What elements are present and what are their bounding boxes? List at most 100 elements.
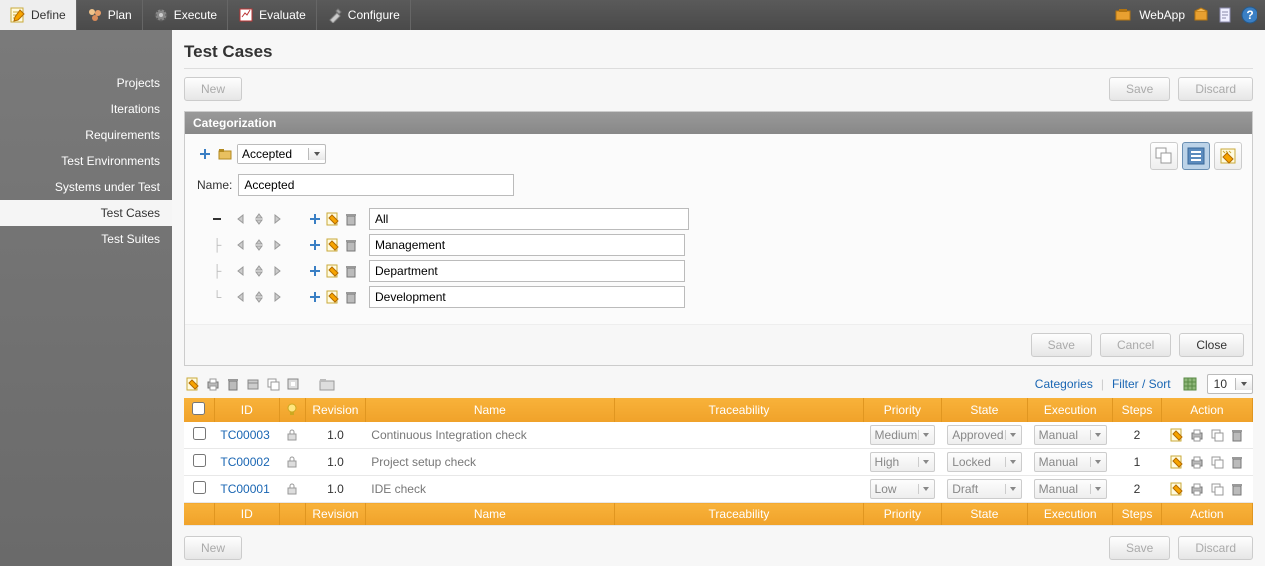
delete-node-icon[interactable] <box>343 211 359 227</box>
cell-select[interactable]: Manual <box>1034 425 1107 445</box>
move-left-icon[interactable] <box>233 289 249 305</box>
edit-node-icon[interactable] <box>325 263 341 279</box>
row-delete-icon[interactable] <box>1228 426 1246 444</box>
select-all-checkbox[interactable] <box>192 402 205 415</box>
edit-node-icon[interactable] <box>325 289 341 305</box>
add-node-icon[interactable] <box>307 211 323 227</box>
collapse-icon[interactable] <box>205 213 229 225</box>
tab-execute[interactable]: Execute <box>143 0 228 30</box>
move-right-icon[interactable] <box>269 211 285 227</box>
doc-icon[interactable] <box>1217 7 1233 23</box>
grid-view-icon[interactable] <box>1181 375 1199 393</box>
col-execution[interactable]: Execution <box>1028 398 1113 422</box>
row-delete-icon[interactable] <box>1228 480 1246 498</box>
save-button-bottom[interactable]: Save <box>1109 536 1170 560</box>
cell-select[interactable]: Low <box>870 479 936 499</box>
col-priority[interactable]: Priority <box>864 398 942 422</box>
cell-select[interactable]: Draft <box>947 479 1021 499</box>
folder-icon[interactable] <box>217 146 233 162</box>
chevron-down-icon[interactable] <box>308 148 325 160</box>
sidebar-item-test-cases[interactable]: Test Cases <box>0 200 172 226</box>
discard-button-bottom[interactable]: Discard <box>1178 536 1253 560</box>
move-left-icon[interactable] <box>233 211 249 227</box>
tool-folder-icon[interactable] <box>318 375 336 393</box>
row-id-link[interactable]: TC00002 <box>220 455 269 469</box>
cell-select[interactable]: High <box>870 452 936 472</box>
cell-select[interactable]: Manual <box>1034 452 1107 472</box>
row-copy-icon[interactable] <box>1208 480 1226 498</box>
move-updown-icon[interactable] <box>251 289 267 305</box>
sidebar-item-test-suites[interactable]: Test Suites <box>0 226 172 252</box>
sidebar-item-projects[interactable]: Projects <box>0 70 172 96</box>
move-right-icon[interactable] <box>269 263 285 279</box>
panel-close-button[interactable]: Close <box>1179 333 1244 357</box>
view-card-icon[interactable] <box>1150 142 1178 170</box>
new-button-top[interactable]: New <box>184 77 242 101</box>
edit-node-icon[interactable] <box>325 211 341 227</box>
tab-plan[interactable]: Plan <box>77 0 143 30</box>
webapp-label[interactable]: WebApp <box>1139 8 1185 22</box>
col-traceability[interactable]: Traceability <box>614 398 863 422</box>
row-checkbox[interactable] <box>193 481 206 494</box>
view-list-icon[interactable] <box>1182 142 1210 170</box>
row-print-icon[interactable] <box>1188 480 1206 498</box>
tab-define[interactable]: Define <box>0 0 77 30</box>
delete-node-icon[interactable] <box>343 263 359 279</box>
row-copy-icon[interactable] <box>1208 453 1226 471</box>
chevron-down-icon[interactable] <box>1235 378 1252 390</box>
cell-select[interactable]: Manual <box>1034 479 1107 499</box>
col-revision[interactable]: Revision <box>306 398 366 422</box>
cell-select[interactable]: Approved <box>947 425 1021 445</box>
delete-node-icon[interactable] <box>343 289 359 305</box>
add-node-icon[interactable] <box>307 289 323 305</box>
row-delete-icon[interactable] <box>1228 453 1246 471</box>
row-copy-icon[interactable] <box>1208 426 1226 444</box>
col-steps[interactable]: Steps <box>1113 398 1162 422</box>
row-id-link[interactable]: TC00003 <box>220 428 269 442</box>
page-size-select[interactable]: 10 <box>1207 374 1253 394</box>
row-checkbox[interactable] <box>193 454 206 467</box>
box-icon[interactable] <box>1193 7 1209 23</box>
tool-copy-icon[interactable] <box>264 375 282 393</box>
tool-export-icon[interactable] <box>284 375 302 393</box>
row-print-icon[interactable] <box>1188 426 1206 444</box>
sidebar-item-systems-under-test[interactable]: Systems under Test <box>0 174 172 200</box>
col-state[interactable]: State <box>941 398 1027 422</box>
tree-node-input[interactable] <box>369 234 685 256</box>
cell-select[interactable]: Locked <box>947 452 1021 472</box>
move-updown-icon[interactable] <box>251 211 267 227</box>
view-notes-icon[interactable] <box>1214 142 1242 170</box>
add-icon[interactable] <box>197 146 213 162</box>
add-node-icon[interactable] <box>307 237 323 253</box>
tool-archive-icon[interactable] <box>244 375 262 393</box>
row-edit-icon[interactable] <box>1168 453 1186 471</box>
row-edit-icon[interactable] <box>1168 480 1186 498</box>
save-button-top[interactable]: Save <box>1109 77 1170 101</box>
tool-edit-icon[interactable] <box>184 375 202 393</box>
filter-sort-link[interactable]: Filter / Sort <box>1112 377 1171 391</box>
move-left-icon[interactable] <box>233 263 249 279</box>
tab-evaluate[interactable]: Evaluate <box>228 0 317 30</box>
panel-cancel-button[interactable]: Cancel <box>1100 333 1171 357</box>
tool-delete-icon[interactable] <box>224 375 242 393</box>
sidebar-item-test-environments[interactable]: Test Environments <box>0 148 172 174</box>
categories-link[interactable]: Categories <box>1035 377 1093 391</box>
row-print-icon[interactable] <box>1188 453 1206 471</box>
row-id-link[interactable]: TC00001 <box>220 482 269 496</box>
cell-select[interactable]: Medium <box>870 425 936 445</box>
name-input[interactable] <box>238 174 514 196</box>
edit-node-icon[interactable] <box>325 237 341 253</box>
move-right-icon[interactable] <box>269 289 285 305</box>
row-edit-icon[interactable] <box>1168 426 1186 444</box>
sidebar-item-iterations[interactable]: Iterations <box>0 96 172 122</box>
move-updown-icon[interactable] <box>251 237 267 253</box>
tree-node-input[interactable] <box>369 260 685 282</box>
col-name[interactable]: Name <box>365 398 614 422</box>
tree-node-input[interactable] <box>369 286 685 308</box>
row-checkbox[interactable] <box>193 427 206 440</box>
move-updown-icon[interactable] <box>251 263 267 279</box>
tree-node-input[interactable] <box>369 208 689 230</box>
panel-save-button[interactable]: Save <box>1031 333 1092 357</box>
delete-node-icon[interactable] <box>343 237 359 253</box>
add-node-icon[interactable] <box>307 263 323 279</box>
